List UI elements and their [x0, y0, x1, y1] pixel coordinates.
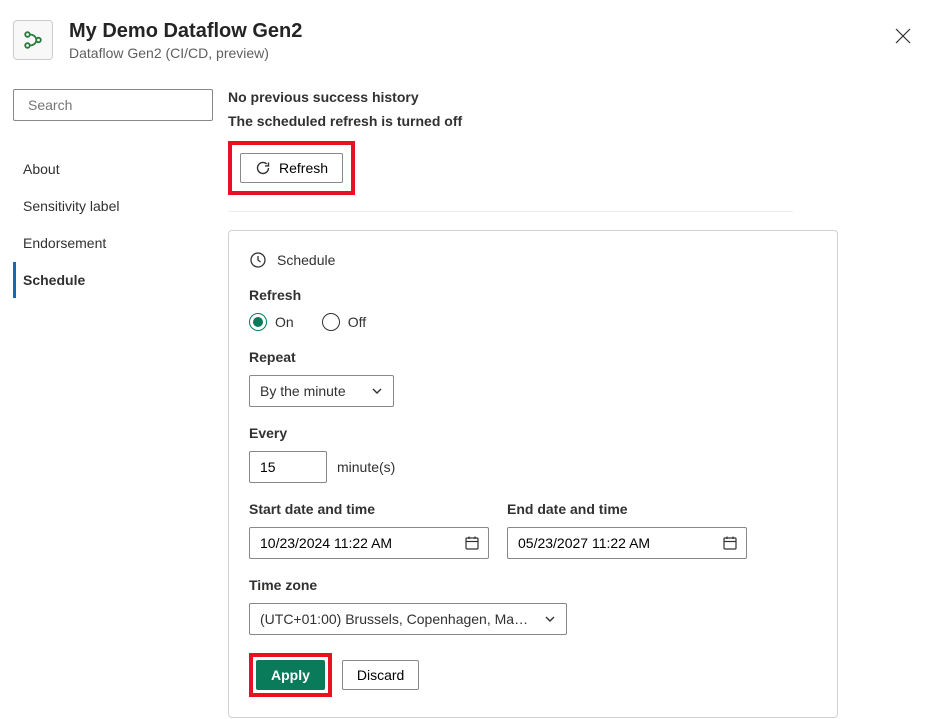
schedule-panel: Schedule Refresh On Off Repe — [228, 230, 838, 718]
history-status: No previous success history — [228, 89, 921, 105]
refresh-button[interactable]: Refresh — [240, 153, 343, 183]
timezone-select[interactable]: (UTC+01:00) Brussels, Copenhagen, Madrid… — [249, 603, 567, 635]
end-date-input[interactable] — [507, 527, 747, 559]
repeat-select[interactable]: By the minute — [249, 375, 394, 407]
discard-button[interactable]: Discard — [342, 660, 419, 690]
header: My Demo Dataflow Gen2 Dataflow Gen2 (CI/… — [0, 0, 945, 61]
end-date-label: End date and time — [507, 501, 747, 517]
radio-off-icon — [322, 313, 340, 331]
every-unit: minute(s) — [337, 459, 395, 475]
close-button[interactable] — [889, 22, 917, 53]
schedule-status: The scheduled refresh is turned off — [228, 113, 921, 129]
panel-actions: Apply Discard — [249, 653, 817, 697]
sidebar-item-about[interactable]: About — [13, 151, 212, 187]
panel-title: Schedule — [249, 251, 817, 269]
radio-on[interactable]: On — [249, 313, 294, 331]
sidebar-item-sensitivity[interactable]: Sensitivity label — [13, 188, 212, 224]
timezone-value: (UTC+01:00) Brussels, Copenhagen, Madrid… — [260, 611, 530, 627]
search-field[interactable] — [28, 97, 209, 113]
sidebar-item-endorsement[interactable]: Endorsement — [13, 225, 212, 261]
end-date-value[interactable] — [518, 535, 722, 551]
radio-on-icon — [249, 313, 267, 331]
calendar-icon — [722, 535, 738, 551]
radio-on-label: On — [275, 314, 294, 330]
calendar-icon — [464, 535, 480, 551]
start-date-field: Start date and time — [249, 501, 489, 559]
repeat-label: Repeat — [249, 349, 817, 365]
radio-off-label: Off — [348, 314, 366, 330]
page-subtitle: Dataflow Gen2 (CI/CD, preview) — [69, 45, 302, 61]
repeat-field: Repeat By the minute — [249, 349, 817, 407]
header-text: My Demo Dataflow Gen2 Dataflow Gen2 (CI/… — [69, 20, 302, 61]
timezone-label: Time zone — [249, 577, 817, 593]
end-date-field: End date and time — [507, 501, 747, 559]
start-date-input[interactable] — [249, 527, 489, 559]
chevron-down-icon — [544, 613, 556, 625]
start-date-label: Start date and time — [249, 501, 489, 517]
main-content: No previous success history The schedule… — [212, 89, 945, 718]
repeat-value: By the minute — [260, 383, 346, 399]
clock-icon — [249, 251, 267, 269]
dataflow-icon — [13, 20, 53, 60]
every-label: Every — [249, 425, 817, 441]
every-input[interactable] — [249, 451, 327, 483]
sidebar: About Sensitivity label Endorsement Sche… — [0, 89, 212, 718]
date-row: Start date and time End date and time — [249, 501, 817, 559]
refresh-icon — [255, 160, 271, 176]
refresh-field: Refresh On Off — [249, 287, 817, 331]
divider — [228, 211, 793, 212]
chevron-down-icon — [371, 385, 383, 397]
refresh-button-label: Refresh — [279, 160, 328, 176]
close-icon — [895, 28, 911, 44]
refresh-label: Refresh — [249, 287, 817, 303]
apply-button[interactable]: Apply — [256, 660, 325, 690]
search-input[interactable] — [13, 89, 213, 121]
refresh-radio-group: On Off — [249, 313, 817, 331]
sidebar-item-schedule[interactable]: Schedule — [13, 262, 212, 298]
timezone-field: Time zone (UTC+01:00) Brussels, Copenhag… — [249, 577, 817, 635]
apply-highlight: Apply — [249, 653, 332, 697]
start-date-value[interactable] — [260, 535, 464, 551]
page-title: My Demo Dataflow Gen2 — [69, 20, 302, 43]
every-field: Every minute(s) — [249, 425, 817, 483]
refresh-highlight: Refresh — [228, 141, 355, 195]
panel-title-label: Schedule — [277, 252, 335, 268]
radio-off[interactable]: Off — [322, 313, 366, 331]
